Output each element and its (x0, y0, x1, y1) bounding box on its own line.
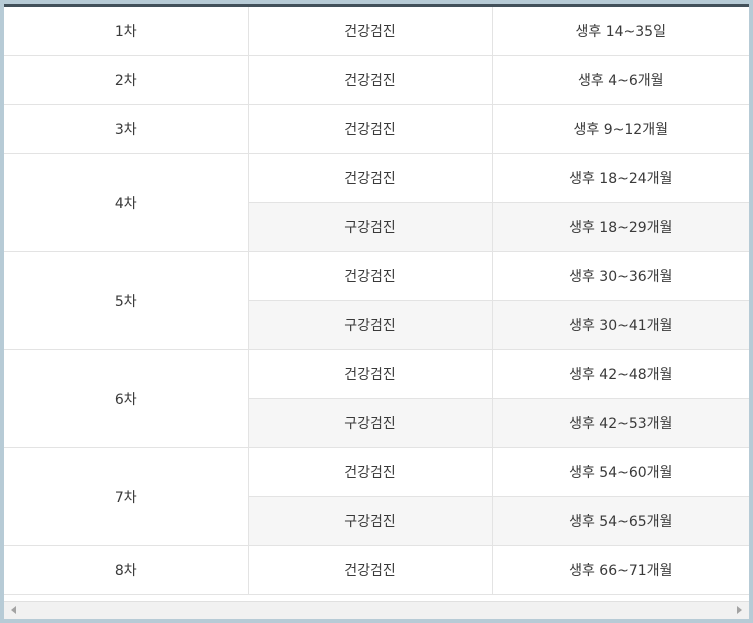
table-row: 7차 건강검진 생후 54~60개월 (4, 447, 749, 546)
round-cell: 3차 (4, 104, 249, 154)
content-frame: 1차 건강검진 생후 14~35일 2차 건강검진 생후 4~6개월 3차 건강… (4, 4, 749, 619)
table-row: 6차 건강검진 생후 42~48개월 (4, 349, 749, 448)
round-cell: 4차 (4, 153, 249, 252)
type-cell: 건강검진 (248, 447, 493, 497)
round-cell: 7차 (4, 447, 249, 546)
horizontal-scrollbar[interactable] (4, 601, 749, 619)
period-cell: 생후 4~6개월 (492, 55, 749, 105)
type-cell: 건강검진 (248, 349, 493, 399)
type-cell: 구강검진 (248, 300, 493, 350)
checkup-schedule-table: 1차 건강검진 생후 14~35일 2차 건강검진 생후 4~6개월 3차 건강… (4, 7, 749, 595)
type-cell: 구강검진 (248, 496, 493, 546)
period-cell: 생후 42~53개월 (492, 398, 749, 448)
type-cell: 건강검진 (248, 251, 493, 301)
round-cell: 2차 (4, 55, 249, 105)
round-cell: 1차 (4, 7, 249, 56)
period-cell: 생후 54~60개월 (492, 447, 749, 497)
type-cell: 건강검진 (248, 545, 493, 595)
table-container: 1차 건강검진 생후 14~35일 2차 건강검진 생후 4~6개월 3차 건강… (4, 4, 749, 601)
type-cell: 구강검진 (248, 202, 493, 252)
type-cell: 건강검진 (248, 104, 493, 154)
table-row: 8차 건강검진 생후 66~71개월 (4, 545, 749, 595)
type-cell: 건강검진 (248, 7, 493, 56)
period-cell: 생후 30~41개월 (492, 300, 749, 350)
table-row: 1차 건강검진 생후 14~35일 (4, 7, 749, 56)
table-row: 2차 건강검진 생후 4~6개월 (4, 55, 749, 105)
period-cell: 생후 18~24개월 (492, 153, 749, 203)
arrow-right-icon[interactable] (737, 606, 742, 614)
period-cell: 생후 30~36개월 (492, 251, 749, 301)
table-row: 3차 건강검진 생후 9~12개월 (4, 104, 749, 154)
round-cell: 8차 (4, 545, 249, 595)
type-cell: 건강검진 (248, 55, 493, 105)
round-cell: 6차 (4, 349, 249, 448)
table-row: 4차 건강검진 생후 18~24개월 (4, 153, 749, 252)
type-cell: 구강검진 (248, 398, 493, 448)
period-cell: 생후 66~71개월 (492, 545, 749, 595)
round-cell: 5차 (4, 251, 249, 350)
period-cell: 생후 9~12개월 (492, 104, 749, 154)
period-cell: 생후 42~48개월 (492, 349, 749, 399)
arrow-left-icon[interactable] (11, 606, 16, 614)
period-cell: 생후 54~65개월 (492, 496, 749, 546)
table-row: 5차 건강검진 생후 30~36개월 (4, 251, 749, 350)
type-cell: 건강검진 (248, 153, 493, 203)
period-cell: 생후 14~35일 (492, 7, 749, 56)
period-cell: 생후 18~29개월 (492, 202, 749, 252)
